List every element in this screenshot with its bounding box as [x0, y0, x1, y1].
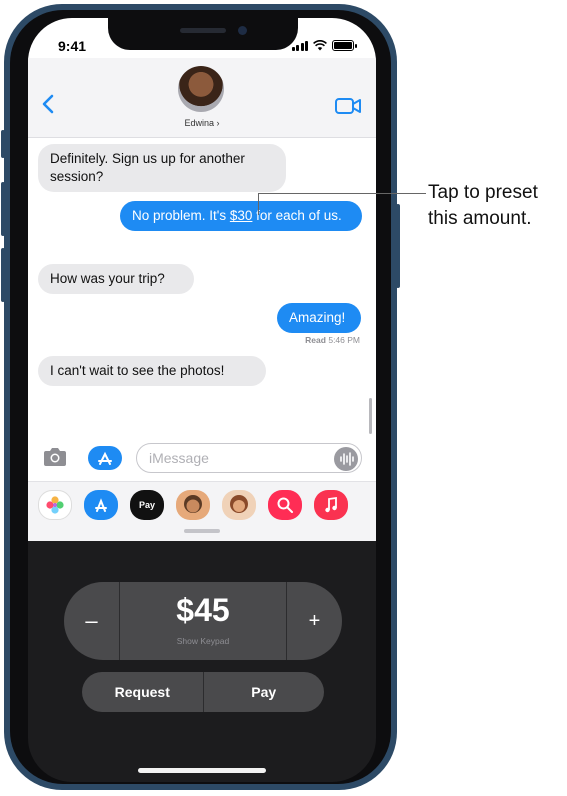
app-store-app-icon[interactable]	[84, 490, 118, 520]
side-button	[396, 204, 400, 288]
app-store-icon	[98, 451, 112, 465]
contact-name[interactable]: Edwina ›	[28, 118, 376, 128]
notch	[108, 18, 298, 50]
status-time: 9:41	[58, 38, 87, 54]
apple-pay-app-icon[interactable]: Pay	[130, 490, 164, 520]
payment-amount-link[interactable]: $30	[230, 208, 253, 223]
imessage-input[interactable]	[136, 443, 362, 473]
images-search-app-icon[interactable]	[268, 490, 302, 520]
increase-amount-button[interactable]: +	[286, 582, 342, 660]
message-incoming[interactable]: I can't wait to see the photos!	[38, 356, 266, 386]
dictation-button[interactable]	[334, 447, 358, 471]
wifi-icon	[313, 40, 327, 51]
camera-icon[interactable]	[42, 446, 68, 468]
photos-icon	[46, 496, 64, 514]
app-drawer: Pay	[28, 481, 376, 541]
pay-button[interactable]: Pay	[204, 672, 325, 712]
payment-amount[interactable]: $45	[120, 592, 286, 629]
request-button[interactable]: Request	[82, 672, 204, 712]
cellular-signal-icon	[291, 41, 308, 51]
message-text: Amazing!	[289, 310, 346, 325]
app-store-a-icon	[95, 498, 107, 512]
message-outgoing[interactable]: Amazing!	[277, 303, 361, 333]
earpiece-speaker	[180, 28, 226, 33]
request-pay-group: Request Pay	[82, 672, 324, 712]
music-app-icon[interactable]	[314, 490, 348, 520]
message-text: How was your trip?	[50, 271, 165, 286]
callout-label: Tap to preset this amount.	[428, 180, 538, 232]
callout-line-2: this amount.	[428, 208, 532, 229]
contact-avatar[interactable]	[178, 66, 224, 112]
callout-leader-line	[258, 193, 426, 194]
message-incoming[interactable]: How was your trip?	[38, 264, 194, 294]
waveform-icon	[340, 452, 354, 466]
facetime-video-icon[interactable]	[334, 96, 362, 116]
message-text: for each of us.	[252, 208, 342, 223]
memoji-sticker-icon	[230, 495, 248, 513]
scroll-indicator[interactable]	[369, 398, 372, 434]
search-globe-icon	[277, 497, 293, 513]
home-indicator[interactable]	[138, 768, 266, 773]
battery-icon	[332, 40, 357, 51]
callout-line-1: Tap to preset	[428, 182, 538, 203]
decrease-amount-button[interactable]: –	[64, 582, 120, 660]
read-receipt: Read 5:46 PM	[305, 335, 360, 345]
read-time: 5:46 PM	[328, 335, 360, 345]
message-text: I can't wait to see the photos!	[50, 363, 225, 378]
message-incoming[interactable]: Definitely. Sign us up for another sessi…	[38, 144, 286, 192]
photos-app-icon[interactable]	[38, 490, 72, 520]
apple-pay-label: Pay	[138, 500, 155, 510]
memoji-stickers-app-icon[interactable]	[222, 490, 256, 520]
app-store-apps-button[interactable]	[88, 446, 122, 470]
music-note-icon	[325, 496, 337, 513]
message-text: No problem. It's	[132, 208, 230, 223]
action-button	[1, 130, 5, 158]
message-outgoing[interactable]: No problem. It's $30 for each of us.	[120, 201, 362, 231]
back-chevron-icon[interactable]	[40, 94, 58, 114]
read-label: Read	[305, 335, 326, 345]
memoji-app-icon[interactable]	[176, 490, 210, 520]
messages-screen: 9:41 Edwina › Definitely. Sign us up for…	[28, 18, 376, 541]
callout-leader-tick	[258, 193, 259, 215]
front-camera	[238, 26, 247, 35]
volume-down-button	[1, 248, 5, 302]
amount-stepper: – $45 Show Keypad +	[64, 582, 342, 660]
drawer-grabber[interactable]	[184, 529, 220, 533]
show-keypad-link[interactable]: Show Keypad	[120, 636, 286, 646]
volume-up-button	[1, 182, 5, 236]
memoji-face-icon	[184, 495, 202, 513]
phone-screen: 9:41 Edwina › Definitely. Sign us up for…	[28, 18, 376, 782]
message-text: Definitely. Sign us up for another sessi…	[50, 151, 245, 184]
status-icons	[291, 40, 357, 51]
conversation-header: Edwina ›	[28, 58, 376, 138]
